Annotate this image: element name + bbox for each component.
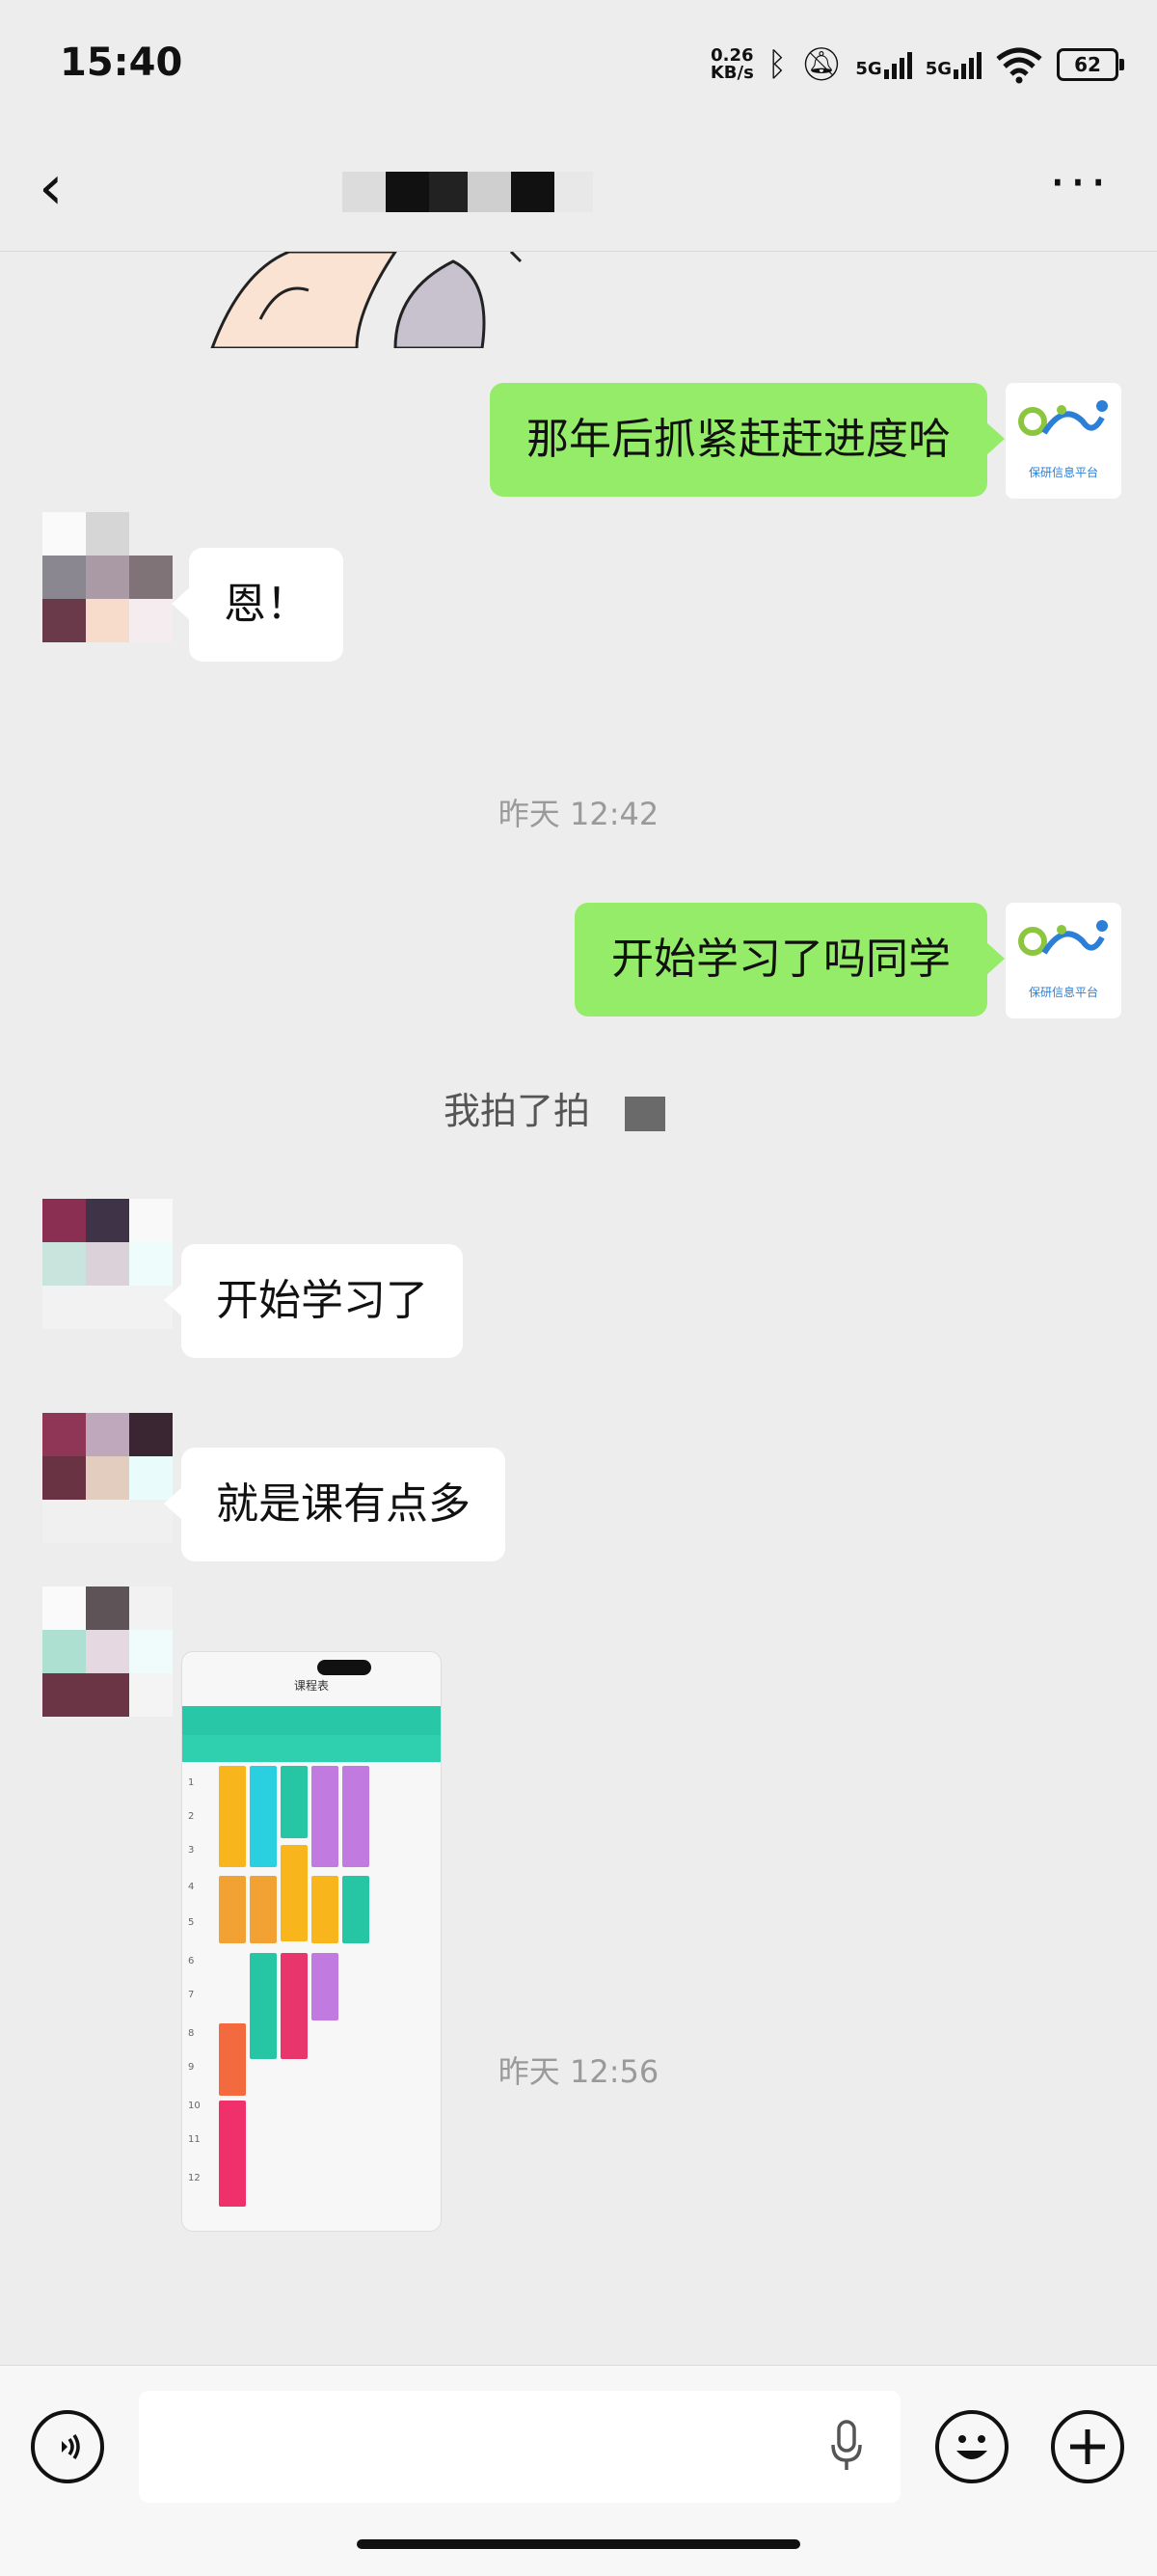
- chat-area[interactable]: 那年后抓紧赶赶进度哈 保研信息平台 恩！ 昨天 12:42 开始学习了吗同学 保…: [0, 252, 1157, 2364]
- timestamp: 昨天 12:56: [498, 2053, 659, 2090]
- contact-name-redacted: [342, 172, 593, 212]
- contact-avatar[interactable]: [42, 1413, 174, 1544]
- schedule-block: [311, 1876, 338, 1943]
- contact-avatar[interactable]: [42, 1586, 174, 1718]
- schedule-block: [281, 1845, 308, 1941]
- microphone-icon[interactable]: [827, 2418, 866, 2476]
- schedule-block: [311, 1953, 338, 2020]
- emoji-button[interactable]: [935, 2410, 1009, 2483]
- schedule-block: [250, 1876, 277, 1943]
- mute-bell-icon: 🔕︎: [800, 45, 843, 84]
- brand-logo-icon: [1018, 400, 1108, 436]
- contact-avatar[interactable]: [42, 1199, 174, 1330]
- status-icons: 0.26 KB/s ᛒ 🔕︎ 5G 5G 62: [710, 41, 1124, 89]
- schedule-title: 课程表: [293, 1679, 329, 1693]
- back-button[interactable]: ‹: [39, 154, 96, 231]
- schedule-header-bar: [182, 1706, 441, 1735]
- contact-avatar[interactable]: [42, 512, 174, 643]
- message-bubble-text[interactable]: 开始学习了吗同学: [575, 903, 1005, 1017]
- message-outgoing[interactable]: 那年后抓紧赶赶进度哈: [490, 383, 1005, 497]
- signal-icon-sim1: 5G: [855, 50, 912, 79]
- battery-icon: 62: [1057, 48, 1124, 81]
- schedule-block: [342, 1876, 369, 1943]
- pat-notice: 我拍了拍: [444, 1081, 666, 1134]
- timestamp: 昨天 12:42: [498, 796, 659, 832]
- schedule-block: [342, 1766, 369, 1867]
- message-text-input[interactable]: [139, 2391, 901, 2503]
- smiley-icon: [956, 2435, 987, 2459]
- status-bar: 15:40 0.26 KB/s ᛒ 🔕︎ 5G 5G 62: [0, 0, 1157, 135]
- schedule-block: [311, 1766, 338, 1867]
- schedule-block: [219, 2101, 246, 2207]
- schedule-block: [281, 1953, 308, 2059]
- schedule-block: [281, 1766, 308, 1838]
- schedule-block: [250, 1953, 277, 2059]
- chat-header: ‹ ···: [0, 135, 1157, 252]
- home-indicator[interactable]: [357, 2539, 800, 2549]
- wifi-icon: [996, 47, 1042, 84]
- schedule-block: [219, 1876, 246, 1943]
- schedule-image-message[interactable]: 课程表 1 2 3 4 5 6 7 8 9 10 11 12: [181, 1651, 442, 2232]
- voice-wave-icon: [62, 2434, 80, 2459]
- voice-mode-button[interactable]: [31, 2410, 104, 2483]
- brand-logo-icon: [1018, 920, 1108, 956]
- schedule-weekday-bar: [182, 1735, 441, 1762]
- status-time: 15:40: [60, 41, 183, 85]
- plus-icon: [1070, 2429, 1105, 2464]
- schedule-block: [219, 1766, 246, 1867]
- signal-icon-sim2: 5G: [926, 50, 982, 79]
- message-bubble-text[interactable]: 就是课有点多: [164, 1448, 505, 1561]
- message-outgoing[interactable]: 开始学习了吗同学: [575, 903, 1005, 1017]
- my-avatar[interactable]: 保研信息平台: [1006, 903, 1121, 1018]
- redacted-block: [625, 1096, 666, 1131]
- message-bubble-text[interactable]: 那年后抓紧赶赶进度哈: [490, 383, 1005, 497]
- schedule-block: [250, 1766, 277, 1867]
- message-bubble-text[interactable]: 恩！: [172, 548, 343, 662]
- message-bubble-text[interactable]: 开始学习了: [164, 1244, 463, 1358]
- more-options-button[interactable]: ···: [1041, 154, 1118, 231]
- my-avatar[interactable]: 保研信息平台: [1006, 383, 1121, 499]
- sticker-image[interactable]: [202, 252, 530, 348]
- network-speed: 0.26 KB/s: [710, 45, 754, 83]
- add-attachment-button[interactable]: [1051, 2410, 1124, 2483]
- bluetooth-icon: ᛒ: [767, 45, 788, 84]
